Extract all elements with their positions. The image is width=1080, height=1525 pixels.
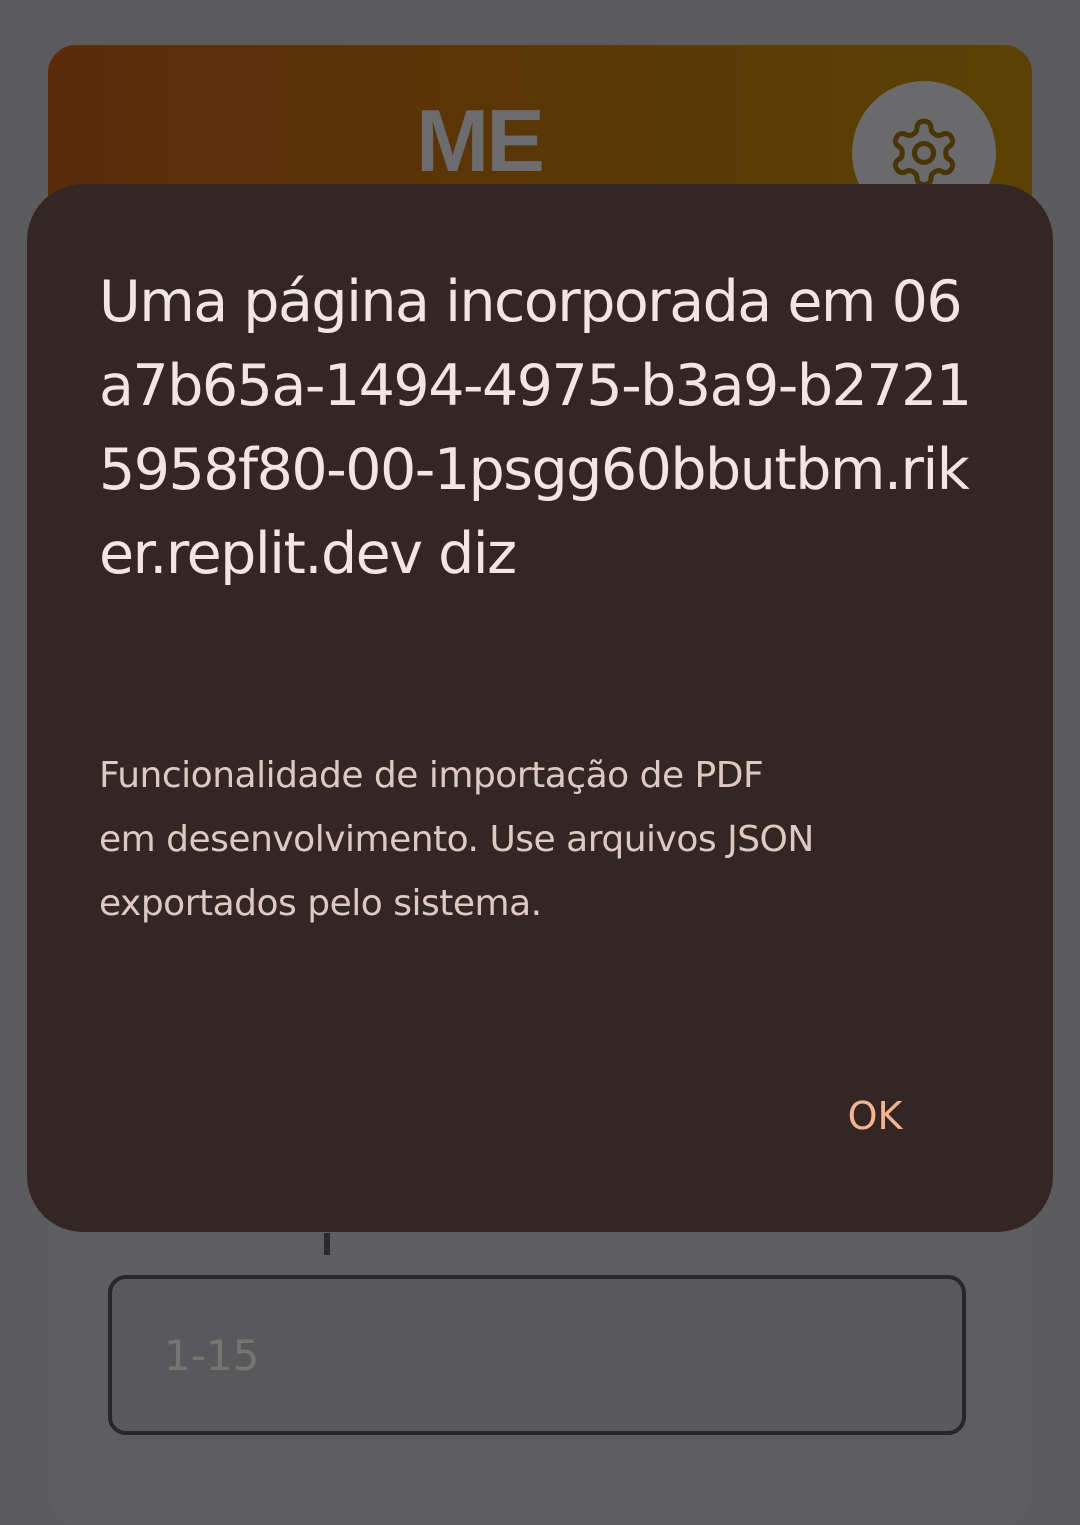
dialog-message-line: em desenvolvimento. Use arquivos JSON	[99, 819, 814, 860]
gear-icon	[892, 118, 956, 188]
dialog-title: Uma página incorporada em 06a7b65a-1494-…	[99, 269, 972, 587]
app-logo: ME	[416, 91, 545, 190]
alert-dialog: Uma página incorporada em 06a7b65a-1494-…	[27, 184, 1053, 1232]
ok-button[interactable]: OK	[815, 1076, 935, 1156]
range-label-fragment	[324, 1233, 330, 1255]
dialog-message-line: exportados pelo sistema.	[99, 883, 542, 924]
page-range-input[interactable]	[108, 1275, 966, 1435]
dialog-message: Funcionalidade de importação de PDF em d…	[99, 744, 929, 936]
dialog-message-line: Funcionalidade de importação de PDF	[99, 755, 764, 796]
